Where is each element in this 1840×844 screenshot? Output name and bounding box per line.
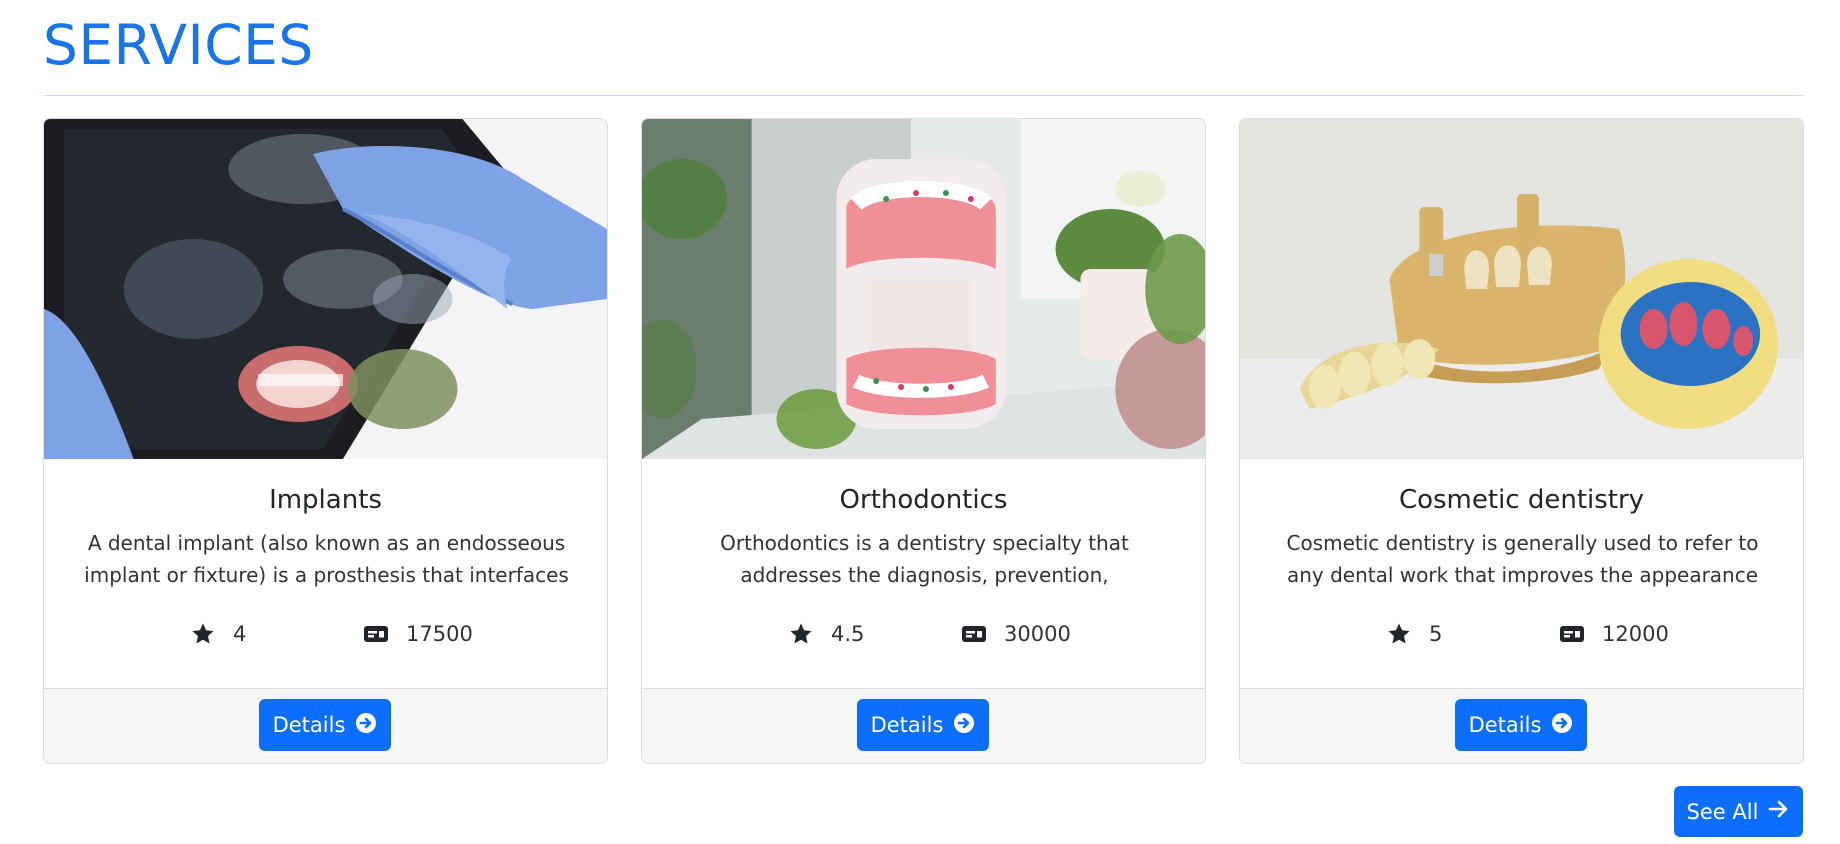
- service-card-orthodontics: Orthodontics Orthodontics is a dentistry…: [641, 118, 1206, 764]
- service-meta: 4.5 30000: [642, 617, 1205, 651]
- service-image-orthodontics: [642, 119, 1205, 459]
- details-button-label: Details: [272, 713, 346, 737]
- service-price-value: 30000: [1004, 622, 1071, 646]
- service-price-value: 17500: [406, 622, 473, 646]
- service-card-implants: Implants A dental implant (also known as…: [43, 118, 608, 764]
- star-icon: [787, 620, 815, 648]
- service-price: 12000: [1558, 617, 1669, 651]
- card-footer: Details: [1240, 688, 1803, 763]
- details-button[interactable]: Details: [1455, 699, 1587, 751]
- service-rating: 4: [189, 617, 246, 651]
- details-button-label: Details: [1468, 713, 1542, 737]
- service-card-cosmetic-dentistry: Cosmetic dentistry Cosmetic dentistry is…: [1239, 118, 1804, 764]
- service-description: Cosmetic dentistry is generally used to …: [1286, 531, 1759, 587]
- price-card-icon: [362, 620, 390, 648]
- service-price: 30000: [960, 617, 1071, 651]
- service-title: Cosmetic dentistry: [1398, 485, 1645, 515]
- service-meta: 4 17500: [44, 617, 607, 651]
- service-rating: 4.5: [787, 617, 864, 651]
- price-card-icon: [1558, 620, 1586, 648]
- service-rating-value: 5: [1429, 622, 1443, 646]
- title-divider: [43, 95, 1803, 96]
- service-rating-value: 4.5: [831, 622, 865, 646]
- arrow-circle-right-icon: [953, 712, 975, 739]
- arrow-circle-right-icon: [1551, 712, 1573, 739]
- details-button-label: Details: [870, 713, 944, 737]
- service-rating-value: 4: [233, 622, 247, 646]
- service-description: Orthodontics is a dentistry specialty th…: [720, 531, 1129, 587]
- service-title: Orthodontics: [839, 485, 1008, 515]
- service-price: 17500: [362, 617, 473, 651]
- page-title: SERVICES: [43, 13, 314, 77]
- service-image-cosmetic-dentistry: [1240, 119, 1803, 459]
- service-image-implants: [44, 119, 607, 459]
- service-title: Implants: [269, 485, 382, 515]
- details-button[interactable]: Details: [857, 699, 989, 751]
- arrow-circle-right-icon: [355, 712, 377, 739]
- services-list: Implants A dental implant (also known as…: [43, 118, 1804, 764]
- service-meta: 5 12000: [1240, 617, 1803, 651]
- card-footer: Details: [44, 688, 607, 763]
- card-footer: Details: [642, 688, 1205, 763]
- service-price-value: 12000: [1602, 622, 1669, 646]
- arrow-right-icon: [1768, 799, 1790, 824]
- service-description: A dental implant (also known as an endos…: [84, 531, 569, 587]
- star-icon: [1385, 620, 1413, 648]
- details-button[interactable]: Details: [259, 699, 391, 751]
- price-card-icon: [960, 620, 988, 648]
- star-icon: [189, 620, 217, 648]
- see-all-button[interactable]: See All: [1674, 786, 1803, 837]
- service-rating: 5: [1385, 617, 1442, 651]
- see-all-label: See All: [1686, 799, 1759, 824]
